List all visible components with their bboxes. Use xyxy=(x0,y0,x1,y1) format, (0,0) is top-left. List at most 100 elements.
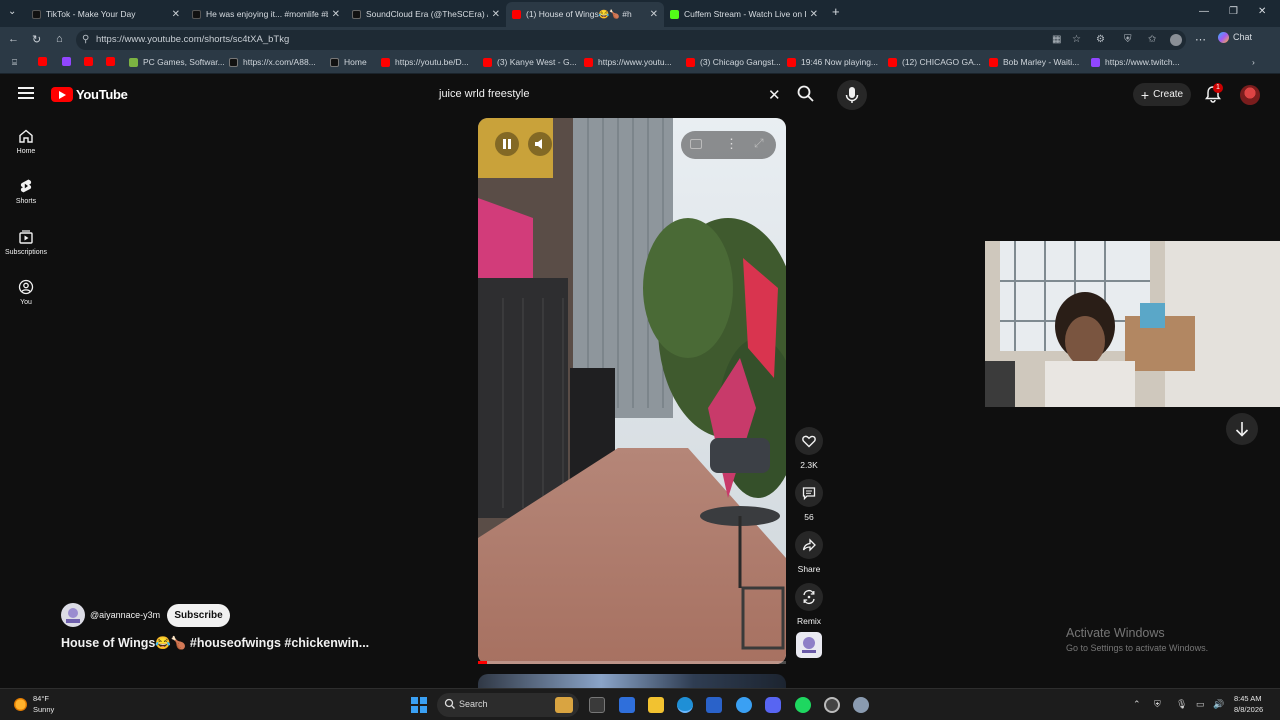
more-menu-icon[interactable]: ⋯ xyxy=(1195,33,1206,46)
site-info-icon[interactable]: ⚲ xyxy=(82,34,89,45)
bookmark-x-a88[interactable]: https://x.com/A88... xyxy=(229,57,316,67)
copilot-chat-button[interactable]: Chat xyxy=(1218,32,1252,44)
channel-avatar[interactable] xyxy=(61,603,85,627)
bookmark-now-playing[interactable]: 19:46 Now playing... xyxy=(787,57,878,67)
pause-button[interactable] xyxy=(495,132,519,156)
search-icon[interactable] xyxy=(796,84,816,104)
more-options-icon[interactable]: ⋮ xyxy=(725,136,738,152)
bookmark-youtube-www[interactable]: https://www.youtu... xyxy=(584,57,672,67)
favorites-icon[interactable]: ✩ xyxy=(1148,34,1156,45)
photos-icon[interactable] xyxy=(619,697,635,713)
tab-title: (1) House of Wings😂🍗 #h xyxy=(526,9,632,19)
browser-tab-x[interactable]: SoundCloud Era (@TheSCEra) / X ✕ xyxy=(346,4,506,24)
home-browser-icon[interactable]: ⌂ xyxy=(56,33,63,45)
url-field[interactable]: ⚲ https://www.youtube.com/shorts/sc4tXA_… xyxy=(76,30,1186,50)
bookmark-chicago-ga[interactable]: (12) CHICAGO GA... xyxy=(888,57,981,67)
bookmark-bob-marley[interactable]: Bob Marley - Waiti... xyxy=(989,57,1079,67)
bookmarks-bar: ⌸ PC Games, Softwar... https://x.com/A88… xyxy=(0,53,1280,74)
hamburger-menu-icon[interactable] xyxy=(18,87,34,101)
like-button[interactable] xyxy=(795,427,823,455)
bookmark-twitch-1[interactable] xyxy=(62,57,76,66)
sun-icon xyxy=(14,698,27,711)
share-button[interactable] xyxy=(795,531,823,559)
browser-icon[interactable] xyxy=(736,697,752,713)
account-avatar[interactable] xyxy=(1240,85,1260,105)
sidebar-item-you[interactable]: You xyxy=(2,279,50,306)
minimize-icon[interactable]: — xyxy=(1199,6,1209,17)
captions-icon[interactable] xyxy=(690,139,702,149)
clear-search-icon[interactable]: ✕ xyxy=(768,86,781,104)
bookmark-youtube-2[interactable] xyxy=(84,57,98,66)
video-progress-bar[interactable] xyxy=(478,661,786,664)
shorts-video-player[interactable] xyxy=(478,118,786,664)
microphone-icon xyxy=(845,87,859,103)
bookmark-youtube-3[interactable] xyxy=(106,57,120,66)
next-short-preview[interactable] xyxy=(478,674,786,688)
file-explorer-icon[interactable] xyxy=(648,697,664,713)
sidebar-item-home[interactable]: Home xyxy=(2,128,50,155)
close-window-icon[interactable]: ✕ xyxy=(1258,6,1266,17)
edge-icon[interactable] xyxy=(677,697,693,713)
tab-close-icon[interactable]: ✕ xyxy=(332,9,340,20)
bookmarks-overflow-chevron-icon[interactable]: › xyxy=(1252,57,1255,67)
browser-tab-kick[interactable]: Cuffem Stream - Watch Live on Ki ✕ xyxy=(664,4,824,24)
sound-thumbnail[interactable] xyxy=(796,632,822,658)
taskbar-search-box[interactable]: Search xyxy=(437,693,579,717)
voice-search-button[interactable] xyxy=(837,80,867,110)
tab-close-icon[interactable]: ✕ xyxy=(810,9,818,20)
refresh-icon[interactable]: ↻ xyxy=(32,33,41,46)
search-input[interactable]: juice wrld freestyle ✕ xyxy=(427,81,789,109)
channel-handle[interactable]: @aiyannace-y3m xyxy=(90,610,160,620)
fullscreen-icon[interactable]: ⤢ xyxy=(754,136,764,151)
bookmark-label: 19:46 Now playing... xyxy=(801,57,879,67)
youtube-icon xyxy=(106,57,115,66)
youtube-logo[interactable]: YouTube xyxy=(51,87,128,102)
settings-icon[interactable] xyxy=(853,697,869,713)
tab-close-icon[interactable]: ✕ xyxy=(492,9,500,20)
store-icon[interactable] xyxy=(706,697,722,713)
profile-icon[interactable] xyxy=(1170,34,1182,46)
speaker-icon[interactable]: 🔊 xyxy=(1213,699,1224,710)
security-tray-icon[interactable]: ⛨ xyxy=(1154,699,1161,710)
extensions-puzzle-icon[interactable]: ⚙ xyxy=(1096,34,1105,45)
start-button[interactable] xyxy=(411,697,427,713)
browser-tab-youtube-active[interactable]: (1) House of Wings😂🍗 #h ✕ xyxy=(506,2,664,27)
bookmark-chicago-gangst[interactable]: (3) Chicago Gangst... xyxy=(686,57,781,67)
microphone-tray-icon[interactable]: 🎙 xyxy=(1176,699,1187,710)
bookmark-youtube-1[interactable] xyxy=(38,57,52,66)
discord-icon[interactable] xyxy=(765,697,781,713)
spotify-icon[interactable] xyxy=(795,697,811,713)
short-title[interactable]: House of Wings😂🍗 #houseofwings #chickenw… xyxy=(61,636,369,651)
restore-icon[interactable]: ❐ xyxy=(1229,6,1238,17)
favorite-star-icon[interactable]: ☆ xyxy=(1072,34,1081,45)
bookmark-x-home[interactable]: Home xyxy=(330,57,367,67)
create-button[interactable]: + Create xyxy=(1133,83,1191,106)
bookmark-youtu-be[interactable]: https://youtu.be/D... xyxy=(381,57,469,67)
browser-tab-tiktok-2[interactable]: He was enjoying it... #momlife #b ✕ xyxy=(186,4,346,24)
bookmark-pc-games[interactable]: PC Games, Softwar... xyxy=(129,57,225,67)
app-available-icon[interactable]: ▦ xyxy=(1052,34,1061,45)
comments-button[interactable] xyxy=(795,479,823,507)
network-icon[interactable]: ▭ xyxy=(1196,699,1205,710)
tab-list-chevron-icon[interactable]: ⌄ xyxy=(8,6,16,17)
volume-button[interactable] xyxy=(528,132,552,156)
next-short-button[interactable] xyxy=(1226,413,1258,445)
youtube-icon xyxy=(888,57,897,67)
back-icon[interactable]: ← xyxy=(8,33,19,45)
subscribe-button[interactable]: Subscribe xyxy=(167,604,230,627)
remix-button[interactable] xyxy=(795,583,823,611)
tray-overflow-chevron-icon[interactable]: ⌃ xyxy=(1133,699,1141,710)
bookmark-icon: ⌸ xyxy=(12,57,18,67)
bookmark-twitch[interactable]: https://www.twitch... xyxy=(1091,57,1180,67)
weather-condition: Sunny xyxy=(33,705,55,714)
shield-icon[interactable]: ⛨ xyxy=(1124,34,1132,45)
sidebar-item-shorts[interactable]: Shorts xyxy=(2,178,50,205)
obs-icon[interactable] xyxy=(824,697,840,713)
terminal-icon[interactable] xyxy=(589,697,605,713)
browser-tab-tiktok[interactable]: TikTok - Make Your Day ✕ xyxy=(26,4,186,24)
sidebar-item-subscriptions[interactable]: Subscriptions xyxy=(2,229,50,256)
bookmark-kanye[interactable]: (3) Kanye West - G... xyxy=(483,57,577,67)
tab-close-icon[interactable]: ✕ xyxy=(650,9,658,20)
new-tab-icon[interactable]: + xyxy=(832,4,840,19)
tab-close-icon[interactable]: ✕ xyxy=(172,9,180,20)
